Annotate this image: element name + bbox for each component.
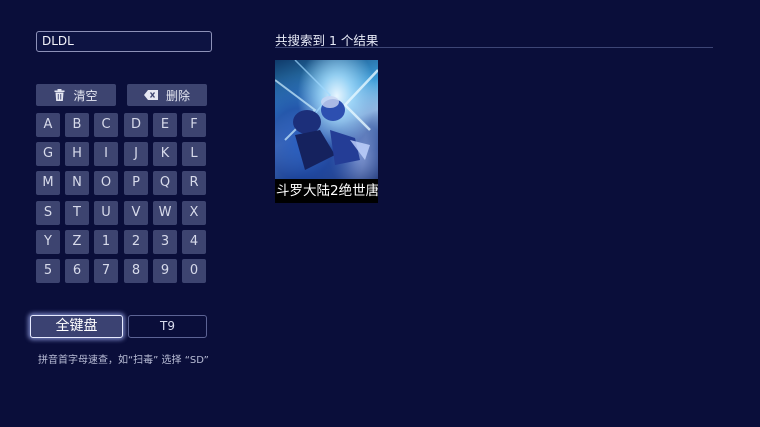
key-8[interactable]: 8 (124, 259, 148, 283)
clear-label: 清空 (73, 88, 98, 103)
key-3[interactable]: 3 (153, 230, 177, 254)
key-5[interactable]: 5 (36, 259, 60, 283)
key-t[interactable]: T (65, 201, 89, 225)
key-a[interactable]: A (36, 113, 60, 137)
results-divider (275, 47, 713, 48)
key-6[interactable]: 6 (65, 259, 89, 283)
backspace-icon (143, 90, 158, 100)
key-e[interactable]: E (153, 113, 177, 137)
key-4[interactable]: 4 (182, 230, 206, 254)
key-d[interactable]: D (124, 113, 148, 137)
key-7[interactable]: 7 (94, 259, 118, 283)
key-9[interactable]: 9 (153, 259, 177, 283)
clear-button[interactable]: 清空 (36, 84, 116, 106)
key-n[interactable]: N (65, 171, 89, 195)
key-j[interactable]: J (124, 142, 148, 166)
key-x[interactable]: X (182, 201, 206, 225)
key-i[interactable]: I (94, 142, 118, 166)
t9-keyboard-button[interactable]: T9 (128, 315, 207, 338)
key-k[interactable]: K (153, 142, 177, 166)
key-p[interactable]: P (124, 171, 148, 195)
result-card-title: 斗罗大陆2绝世唐门 (275, 179, 378, 203)
result-card[interactable]: 斗罗大陆2绝世唐门 (275, 60, 378, 203)
delete-button[interactable]: 删除 (127, 84, 207, 106)
delete-label: 删除 (165, 88, 190, 103)
poster-image (275, 60, 378, 180)
key-y[interactable]: Y (36, 230, 60, 254)
key-l[interactable]: L (182, 142, 206, 166)
key-1[interactable]: 1 (94, 230, 118, 254)
trash-icon (54, 89, 65, 101)
key-g[interactable]: G (36, 142, 60, 166)
key-m[interactable]: M (36, 171, 60, 195)
key-r[interactable]: R (182, 171, 206, 195)
search-hint: 拼音首字母速查，如“扫毒” 选择 “SD” (38, 355, 209, 366)
key-f[interactable]: F (182, 113, 206, 137)
key-v[interactable]: V (124, 201, 148, 225)
key-w[interactable]: W (153, 201, 177, 225)
key-o[interactable]: O (94, 171, 118, 195)
key-z[interactable]: Z (65, 230, 89, 254)
full-keyboard-button[interactable]: 全键盘 (30, 315, 123, 338)
key-c[interactable]: C (94, 113, 118, 137)
key-s[interactable]: S (36, 201, 60, 225)
key-q[interactable]: Q (153, 171, 177, 195)
key-0[interactable]: 0 (182, 259, 206, 283)
search-input[interactable]: DLDL (36, 31, 212, 52)
key-b[interactable]: B (65, 113, 89, 137)
key-u[interactable]: U (94, 201, 118, 225)
key-h[interactable]: H (65, 142, 89, 166)
key-2[interactable]: 2 (124, 230, 148, 254)
